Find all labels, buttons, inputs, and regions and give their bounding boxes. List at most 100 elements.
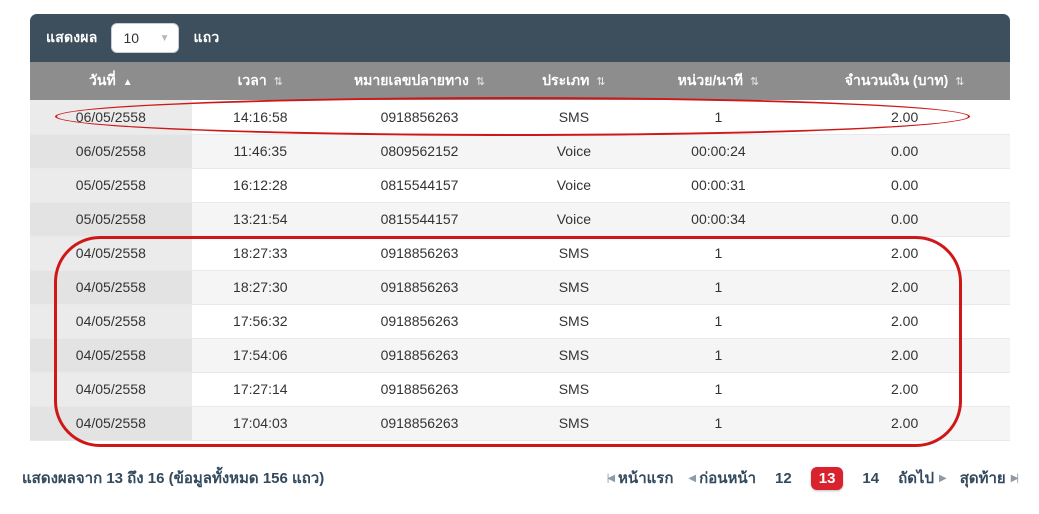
first-page-label: หน้าแรก — [618, 466, 673, 490]
column-label: หน่วย/นาที — [678, 72, 743, 88]
column-header[interactable]: หมายเลขปลายทาง⇅ — [329, 62, 510, 100]
next-page-label: ถัดไป — [898, 466, 934, 490]
first-page-icon: |◀ — [607, 473, 613, 484]
table-row[interactable]: 04/05/255817:56:320918856263SMS12.00 — [30, 304, 1010, 338]
table-cell: 0918856263 — [329, 270, 510, 304]
page-number[interactable]: 14 — [858, 468, 883, 489]
table-cell: 04/05/2558 — [30, 270, 192, 304]
column-header[interactable]: หน่วย/นาที ⇅ — [638, 62, 800, 100]
rows-per-page-select[interactable]: 10 ▼ — [111, 23, 179, 53]
results-summary: แสดงผลจาก 13 ถึง 16 (ข้อมูลทั้งหมด 156 แ… — [22, 466, 324, 490]
page-number[interactable]: 12 — [771, 468, 796, 489]
column-header[interactable]: เวลา⇅ — [192, 62, 329, 100]
last-page-button[interactable]: สุดท้าย ▶| — [960, 466, 1017, 490]
table-row[interactable]: 06/05/255811:46:350809562152Voice00:00:2… — [30, 134, 1010, 168]
table-cell: 16:12:28 — [192, 168, 329, 202]
table-body: 06/05/255814:16:580918856263SMS12.0006/0… — [30, 100, 1010, 440]
pagination: |◀ หน้าแรก ◀ ก่อนหน้า 12 13 14 ถัดไป ▶ สุด… — [607, 466, 1017, 490]
table-cell: 00:00:34 — [638, 202, 800, 236]
table-cell: 1 — [638, 338, 800, 372]
show-results-label: แสดงผล — [46, 27, 97, 49]
table-row[interactable]: 06/05/255814:16:580918856263SMS12.00 — [30, 100, 1010, 134]
table-cell: 0809562152 — [329, 134, 510, 168]
table-row[interactable]: 05/05/255816:12:280815544157Voice00:00:3… — [30, 168, 1010, 202]
table-cell: 2.00 — [799, 338, 1010, 372]
table-footer: แสดงผลจาก 13 ถึง 16 (ข้อมูลทั้งหมด 156 แ… — [22, 466, 1017, 490]
table-cell: 2.00 — [799, 304, 1010, 338]
prev-page-button[interactable]: ◀ ก่อนหน้า — [688, 466, 756, 490]
table-cell: 0918856263 — [329, 304, 510, 338]
last-page-label: สุดท้าย — [960, 466, 1006, 490]
table-cell: Voice — [510, 134, 637, 168]
table-row[interactable]: 04/05/255817:04:030918856263SMS12.00 — [30, 406, 1010, 440]
column-label: เวลา — [238, 72, 267, 88]
rows-per-page-value: 10 — [123, 30, 139, 46]
table-cell: SMS — [510, 372, 637, 406]
table-row[interactable]: 04/05/255818:27:330918856263SMS12.00 — [30, 236, 1010, 270]
column-header[interactable]: ประเภท ⇅ — [510, 62, 637, 100]
column-label: วันที่ — [89, 72, 116, 88]
usage-table-panel: แสดงผล 10 ▼ แถว วันที่▲เวลา⇅หมายเลขปลายท… — [30, 14, 1010, 441]
table-cell: 04/05/2558 — [30, 304, 192, 338]
table-cell: 1 — [638, 100, 800, 134]
table-cell: 04/05/2558 — [30, 406, 192, 440]
table-row[interactable]: 05/05/255813:21:540815544157Voice00:00:3… — [30, 202, 1010, 236]
table-cell: 0918856263 — [329, 372, 510, 406]
sort-asc-icon: ▲ — [123, 77, 133, 88]
table-cell: SMS — [510, 236, 637, 270]
table-cell: 17:27:14 — [192, 372, 329, 406]
table-header: วันที่▲เวลา⇅หมายเลขปลายทาง⇅ประเภท⇅หน่วย/… — [30, 62, 1010, 100]
table-cell: 0.00 — [799, 168, 1010, 202]
table-cell: 0815544157 — [329, 202, 510, 236]
table-cell: 06/05/2558 — [30, 100, 192, 134]
table-row[interactable]: 04/05/255817:27:140918856263SMS12.00 — [30, 372, 1010, 406]
sort-both-icon: ⇅ — [750, 76, 759, 88]
table-cell: 0815544157 — [329, 168, 510, 202]
table-cell: 1 — [638, 372, 800, 406]
page-number-active[interactable]: 13 — [811, 467, 844, 490]
table-cell: 1 — [638, 270, 800, 304]
next-page-icon: ▶ — [939, 473, 945, 484]
table-cell: 2.00 — [799, 100, 1010, 134]
table-cell: 04/05/2558 — [30, 236, 192, 270]
next-page-button[interactable]: ถัดไป ▶ — [898, 466, 945, 490]
table-cell: 1 — [638, 406, 800, 440]
table-cell: 2.00 — [799, 372, 1010, 406]
first-page-button[interactable]: |◀ หน้าแรก — [607, 466, 674, 490]
table-cell: 17:04:03 — [192, 406, 329, 440]
table-cell: 04/05/2558 — [30, 372, 192, 406]
table-cell: 1 — [638, 304, 800, 338]
table-cell: 1 — [638, 236, 800, 270]
table-cell: 0918856263 — [329, 100, 510, 134]
last-page-icon: ▶| — [1011, 473, 1017, 484]
sort-both-icon: ⇅ — [596, 76, 605, 88]
table-cell: SMS — [510, 406, 637, 440]
table-cell: SMS — [510, 304, 637, 338]
sort-both-icon: ⇅ — [955, 76, 964, 88]
sort-both-icon: ⇅ — [476, 76, 485, 88]
table-cell: 0.00 — [799, 134, 1010, 168]
table-cell: 18:27:30 — [192, 270, 329, 304]
table-toolbar: แสดงผล 10 ▼ แถว — [30, 14, 1010, 62]
table-cell: 13:21:54 — [192, 202, 329, 236]
table-cell: 11:46:35 — [192, 134, 329, 168]
table-cell: 0918856263 — [329, 406, 510, 440]
table-cell: SMS — [510, 338, 637, 372]
column-header[interactable]: วันที่ ▲ — [30, 62, 192, 100]
prev-page-icon: ◀ — [688, 473, 694, 484]
usage-table: วันที่▲เวลา⇅หมายเลขปลายทาง⇅ประเภท⇅หน่วย/… — [30, 62, 1010, 441]
table-row[interactable]: 04/05/255818:27:300918856263SMS12.00 — [30, 270, 1010, 304]
column-label: จำนวนเงิน (บาท) — [845, 72, 948, 88]
table-cell: 05/05/2558 — [30, 202, 192, 236]
table-cell: 0918856263 — [329, 338, 510, 372]
table-cell: 0.00 — [799, 202, 1010, 236]
table-row[interactable]: 04/05/255817:54:060918856263SMS12.00 — [30, 338, 1010, 372]
table-cell: 00:00:31 — [638, 168, 800, 202]
table-cell: SMS — [510, 100, 637, 134]
column-label: ประเภท — [542, 72, 589, 88]
table-cell: 0918856263 — [329, 236, 510, 270]
column-header[interactable]: จำนวนเงิน (บาท) ⇅ — [799, 62, 1010, 100]
table-cell: Voice — [510, 168, 637, 202]
table-cell: 05/05/2558 — [30, 168, 192, 202]
usage-report-page: แสดงผล 10 ▼ แถว วันที่▲เวลา⇅หมายเลขปลายท… — [0, 0, 1039, 514]
